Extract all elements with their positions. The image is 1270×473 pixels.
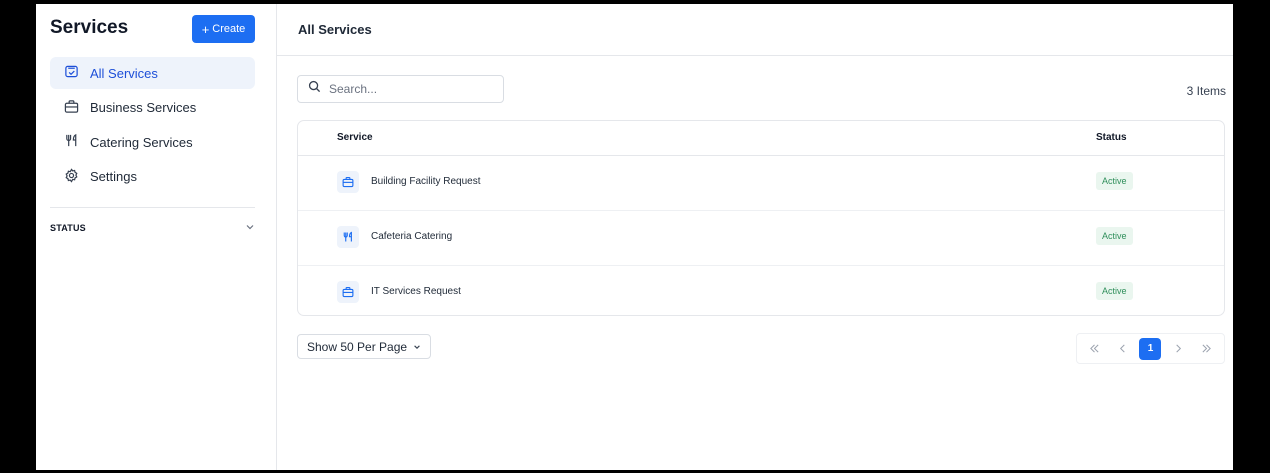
fork-knife-icon	[64, 133, 79, 151]
chevron-right-icon	[1176, 344, 1181, 353]
per-page-select[interactable]: Show 50 Per Page	[297, 334, 432, 359]
sidebar-nav: All Services Business Services Catering …	[50, 57, 255, 195]
double-chevron-left-icon	[1090, 344, 1099, 353]
briefcase-icon	[337, 171, 359, 193]
sidebar-item-label: All Services	[90, 65, 158, 81]
sidebar-divider	[50, 207, 255, 208]
sidebar-item-label: Catering Services	[90, 134, 193, 150]
first-page-button[interactable]	[1084, 338, 1106, 360]
page-button-current[interactable]: 1	[1139, 337, 1162, 360]
chevron-down-icon	[413, 340, 421, 354]
service-name: Building Facility Request	[371, 176, 481, 187]
sidebar-item-label: Settings	[90, 169, 137, 184]
next-page-button[interactable]	[1167, 338, 1189, 360]
briefcase-icon	[337, 281, 359, 303]
plus-icon: +	[201, 21, 210, 37]
prev-page-button[interactable]	[1112, 338, 1134, 360]
search-input[interactable]	[329, 82, 489, 96]
briefcase-icon	[64, 99, 79, 117]
last-page-button[interactable]	[1195, 338, 1217, 360]
pagination: 1	[1076, 333, 1225, 364]
search-box[interactable]	[297, 75, 504, 103]
column-header-service: Service	[337, 132, 373, 143]
sidebar-item-settings[interactable]: Settings	[50, 161, 255, 193]
per-page-label: Show 50 Per Page	[307, 339, 408, 354]
page-title: All Services	[277, 4, 1233, 56]
sidebar: Services + Create All Services Business …	[36, 4, 277, 470]
sidebar-title: Services	[50, 17, 129, 38]
chevron-down-icon	[245, 222, 255, 234]
main-content: All Services 3 Items Service Status Buil…	[277, 4, 1233, 470]
table-row[interactable]: Building Facility Request Active	[298, 156, 1224, 211]
all-services-icon	[64, 64, 79, 82]
status-filter-label: STATUS	[50, 223, 86, 233]
app-window: Services + Create All Services Business …	[36, 4, 1233, 470]
double-chevron-right-icon	[1202, 344, 1211, 353]
item-count: 3 Items	[1186, 84, 1226, 98]
search-icon	[308, 80, 321, 98]
sidebar-item-business-services[interactable]: Business Services	[50, 92, 255, 124]
table-row[interactable]: IT Services Request Active	[298, 266, 1224, 315]
table-header: Service Status	[298, 121, 1224, 156]
sidebar-item-label: Business Services	[90, 100, 197, 115]
create-button[interactable]: + Create	[192, 15, 255, 43]
status-badge: Active	[1096, 282, 1133, 300]
service-name: IT Services Request	[371, 286, 461, 297]
column-header-status: Status	[1096, 132, 1127, 143]
fork-knife-icon	[337, 226, 359, 248]
sidebar-item-all-services[interactable]: All Services	[50, 57, 255, 89]
status-badge: Active	[1096, 172, 1133, 190]
chevron-left-icon	[1120, 344, 1125, 353]
status-badge: Active	[1096, 227, 1133, 245]
status-filter-toggle[interactable]: STATUS	[50, 222, 255, 234]
table-row[interactable]: Cafeteria Catering Active	[298, 211, 1224, 266]
sidebar-item-catering-services[interactable]: Catering Services	[50, 126, 255, 158]
services-table: Service Status Building Facility Request…	[297, 120, 1225, 316]
create-button-label: Create	[212, 23, 246, 35]
service-name: Cafeteria Catering	[371, 231, 453, 242]
gear-icon	[64, 167, 79, 186]
